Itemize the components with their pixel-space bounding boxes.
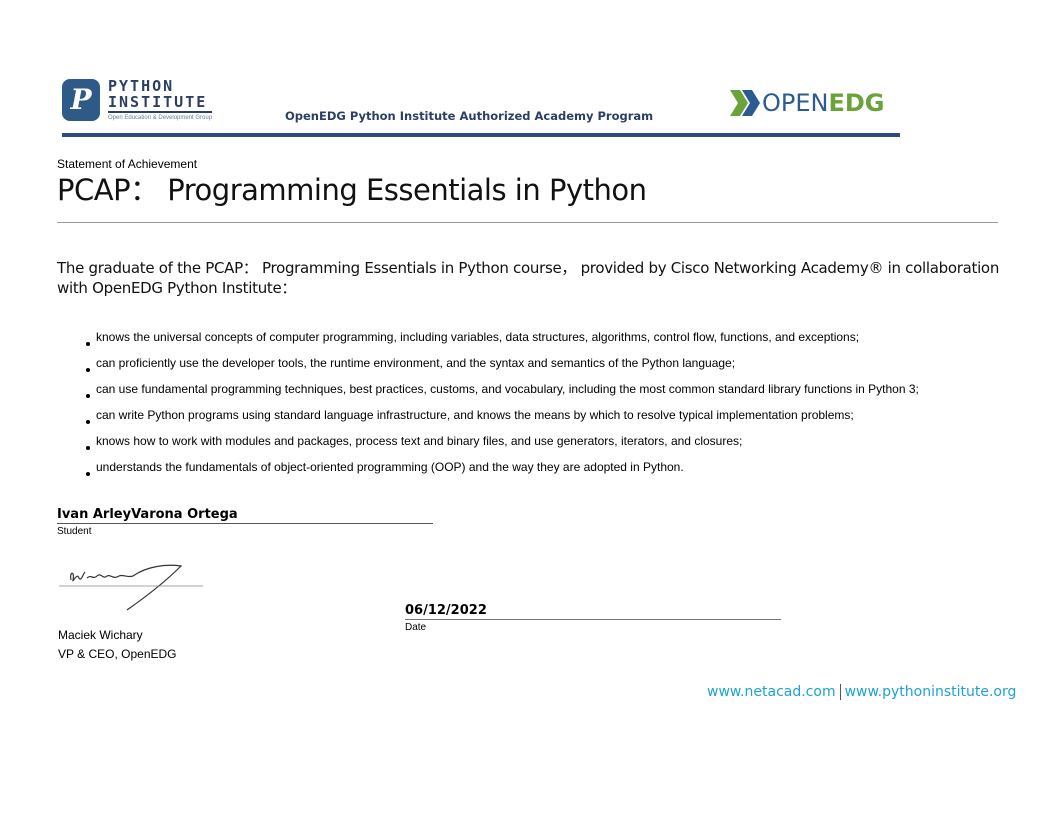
list-item: can write Python programs using standard… xyxy=(86,408,919,434)
bullet-icon xyxy=(86,368,90,372)
logo-word-open: OPEN xyxy=(762,89,829,117)
footer-links: www.netacad.com www.pythoninstitute.org xyxy=(707,684,1016,700)
date-label: Date xyxy=(405,622,427,633)
issue-date: 06/12/2022 xyxy=(405,603,781,620)
skills-list: knows the universal concepts of computer… xyxy=(86,330,919,486)
bullet-icon xyxy=(86,446,90,450)
list-item: can proficiently use the developer tools… xyxy=(86,356,919,382)
openedg-logo: OPEN EDG xyxy=(728,86,885,120)
logo-word-python: PYTHON xyxy=(108,77,175,95)
logo-word-edg: EDG xyxy=(828,89,885,117)
logo-tagline: Open Education & Development Group xyxy=(108,115,213,121)
signature-image xyxy=(59,564,203,611)
student-name: Ivan ArleyVarona Ortega xyxy=(57,507,433,524)
student-label: Student xyxy=(57,526,92,537)
list-item: knows the universal concepts of computer… xyxy=(86,330,919,356)
bullet-icon xyxy=(86,394,90,398)
pythoninstitute-link[interactable]: www.pythoninstitute.org xyxy=(845,684,1017,700)
list-item: understands the fundamentals of object-o… xyxy=(86,460,919,486)
openedg-chevron-icon xyxy=(730,90,760,116)
list-item: knows how to work with modules and packa… xyxy=(86,434,919,460)
logo-word-institute: INSTITUTE xyxy=(108,94,213,113)
bullet-icon xyxy=(86,342,90,346)
program-title: OpenEDG Python Institute Authorized Acad… xyxy=(285,109,654,123)
title-divider xyxy=(57,222,998,223)
list-item: can use fundamental programming techniqu… xyxy=(86,382,919,408)
intro-paragraph: The graduate of the PCAP： Programming Es… xyxy=(57,259,1000,297)
signer-role: VP & CEO, OpenEDG xyxy=(58,647,177,661)
signer-name: Maciek Wichary xyxy=(58,628,143,642)
python-institute-badge-icon: P xyxy=(62,78,104,125)
bullet-icon xyxy=(86,472,90,476)
footer-separator xyxy=(839,684,841,700)
netacad-link[interactable]: www.netacad.com xyxy=(707,684,836,700)
python-institute-logo: P PYTHON INSTITUTE Open Education & Deve… xyxy=(62,77,213,125)
course-title: PCAP： Programming Essentials in Python xyxy=(57,173,647,207)
bullet-icon xyxy=(86,420,90,424)
header-divider xyxy=(62,133,900,137)
